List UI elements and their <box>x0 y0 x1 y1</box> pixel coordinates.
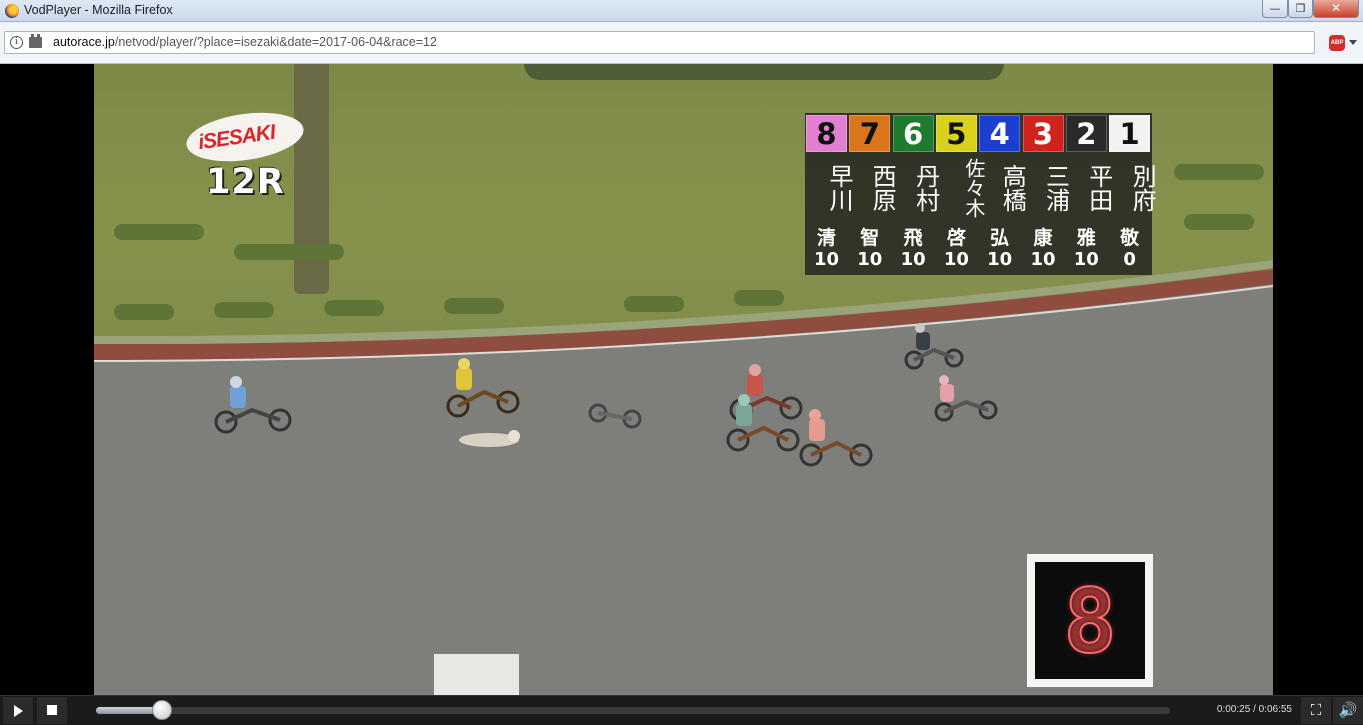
rider-column-3: 3 三浦康 10 <box>1022 113 1070 275</box>
fullscreen-button[interactable]: ⛶ <box>1301 697 1331 724</box>
navigation-toolbar: i autorace.jp/netvod/player/?place=iseza… <box>0 22 1363 64</box>
stop-button[interactable] <box>37 697 67 724</box>
adblock-plus-icon[interactable]: ABP <box>1329 35 1345 51</box>
rider-given-name: 智 <box>860 227 880 249</box>
firefox-icon <box>5 4 19 18</box>
rider-column-6: 6 丹村飛 10 <box>892 113 940 275</box>
rider-column-2: 2 平田雅 10 <box>1065 113 1113 275</box>
url-bar[interactable]: i autorace.jp/netvod/player/?place=iseza… <box>4 31 1315 54</box>
volume-button[interactable]: 🔊 <box>1333 697 1363 724</box>
rider-number-badge: 3 <box>1022 115 1064 152</box>
play-button[interactable] <box>3 697 33 724</box>
rider-handicap: 10 <box>987 249 1013 270</box>
lap-counter-display: 8 <box>1035 562 1145 679</box>
fallen-rider <box>459 430 520 447</box>
fallen-motorcycle <box>588 403 642 429</box>
lap-counter-digit: 8 <box>1063 570 1118 673</box>
video-frame[interactable]: iSESAKI 12R 8 早川清 10 7 西原智 10 6 丹村飛 10 5 佐々木啓 10 4 高橋… <box>94 64 1273 695</box>
motorcycle-rider-black <box>904 323 964 370</box>
maximize-button[interactable]: ❐ <box>1288 0 1313 18</box>
rider-given-name: 康 <box>1033 227 1053 249</box>
site-info-icon[interactable]: i <box>10 36 23 49</box>
rider-given-name: 雅 <box>1076 227 1096 249</box>
minimize-button[interactable]: — <box>1262 0 1288 18</box>
rider-given-name: 弘 <box>990 227 1010 249</box>
rider-lineup-board: 8 早川清 10 7 西原智 10 6 丹村飛 10 5 佐々木啓 10 4 高橋弘 10 3 三浦康 10 2 平田… <box>805 113 1156 275</box>
rider-number-badge: 6 <box>892 115 934 152</box>
isesaki-logo: iSESAKI 12R <box>183 104 307 204</box>
motorcycle-rider-pink <box>799 409 873 467</box>
rider-number-badge: 4 <box>979 115 1021 152</box>
video-stage: iSESAKI 12R 8 早川清 10 7 西原智 10 6 丹村飛 10 5 佐々木啓 10 4 高橋… <box>0 64 1363 695</box>
rider-number-badge: 8 <box>806 115 847 152</box>
track-marker-board <box>434 654 519 695</box>
fullscreen-icon: ⛶ <box>1310 701 1322 719</box>
adblock-menu-chevron-down-icon[interactable] <box>1349 40 1357 45</box>
plugin-icon[interactable] <box>29 34 42 48</box>
volume-icon: 🔊 <box>1338 701 1358 719</box>
motorcycle-rider-blue <box>214 376 292 434</box>
rider-handicap: 10 <box>943 249 969 270</box>
rider-handicap: 10 <box>900 249 926 270</box>
rider-handicap: 10 <box>813 249 840 270</box>
rider-surname: 別府 <box>1128 164 1157 212</box>
player-control-bar: 0:00:25 / 0:06:55 ⛶ 🔊 <box>0 695 1363 725</box>
rider-handicap: 10 <box>857 249 883 270</box>
window-title: VodPlayer - Mozilla Firefox <box>24 3 173 17</box>
rider-given-name: 清 <box>816 227 836 249</box>
current-time: 0:00:25 <box>1216 704 1251 715</box>
close-button[interactable]: ✕ <box>1313 0 1359 18</box>
rider-handicap: 10 <box>1030 249 1056 270</box>
url-domain: autorace.jp <box>53 35 115 49</box>
window-titlebar: VodPlayer - Mozilla Firefox — ❐ ✕ <box>0 0 1363 22</box>
rider-given-name: 敬 <box>1120 227 1140 249</box>
rider-column-8: 8 早川清 10 <box>805 113 853 275</box>
rider-column-1: 1 別府敬 0 <box>1108 113 1156 275</box>
rider-given-name: 啓 <box>946 227 966 249</box>
rider-handicap: 0 <box>1123 249 1136 270</box>
rider-handicap: 10 <box>1073 249 1099 270</box>
rider-number-badge: 2 <box>1065 115 1107 152</box>
rider-number-badge: 5 <box>935 115 977 152</box>
rider-number-badge: 7 <box>849 115 891 152</box>
rider-number-badge: 1 <box>1109 115 1151 152</box>
rider-column-7: 7 西原智 10 <box>848 113 896 275</box>
rider-column-5: 5 佐々木啓 10 <box>935 113 986 275</box>
time-separator: / <box>1250 704 1259 715</box>
time-display: 0:00:25 / 0:06:55 <box>1180 704 1292 715</box>
url-text[interactable]: autorace.jp/netvod/player/?place=isezaki… <box>53 35 437 49</box>
seek-bar[interactable] <box>96 700 1170 720</box>
motorcycle-rider-pink-2 <box>934 375 998 422</box>
duration: 0:06:55 <box>1258 704 1292 715</box>
motorcycle-rider-yellow <box>446 358 520 418</box>
rider-given-name: 飛 <box>903 227 923 249</box>
race-number-label: 12R <box>206 162 285 202</box>
lap-counter-frame: 8 <box>1027 554 1153 687</box>
rider-column-4: 4 高橋弘 10 <box>978 113 1026 275</box>
motorcycle-rider-green <box>726 394 800 452</box>
url-path: /netvod/player/?place=isezaki&date=2017-… <box>114 35 437 49</box>
seek-bar-thumb[interactable] <box>151 700 172 720</box>
